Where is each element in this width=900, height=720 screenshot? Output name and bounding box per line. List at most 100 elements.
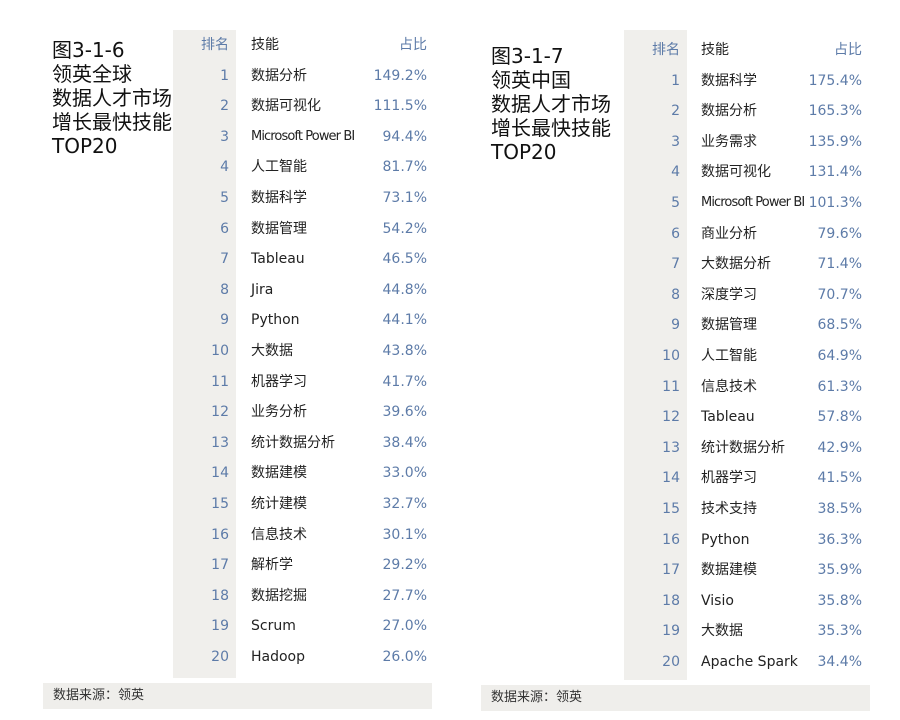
title-line: 增长最快技能 [491, 116, 611, 140]
skill-cell: 机器学习 [251, 373, 307, 390]
skill-cell: 统计数据分析 [251, 434, 335, 451]
header-rank: 排名 [201, 37, 229, 53]
skill-cell: 数据分析 [701, 103, 757, 120]
title-line: TOP20 [491, 140, 557, 164]
skill-cell: 数据科学 [251, 190, 307, 206]
skill-cell: 数据挖掘 [251, 587, 307, 604]
rank-cell: 8 [220, 281, 229, 298]
skill-cell: 数据建模 [251, 465, 307, 482]
rank-cell: 20 [662, 654, 680, 670]
share-cell: 175.4% [808, 72, 862, 89]
share-cell: 33.0% [382, 465, 427, 482]
share-cell: 71.4% [817, 256, 862, 273]
share-cell: 35.9% [817, 562, 862, 579]
skill-cell: 人工智能 [251, 159, 307, 176]
rank-cell: 6 [220, 220, 229, 237]
share-cell: 38.4% [382, 434, 427, 451]
share-cell: 35.3% [817, 623, 862, 640]
share-cell: 27.7% [382, 587, 427, 604]
share-cell: 79.6% [817, 225, 862, 242]
skill-cell: Tableau [251, 251, 305, 268]
skill-cell: 数据可视化 [701, 164, 771, 181]
share-cell: 36.3% [817, 531, 862, 548]
skill-cell: Scrum [251, 618, 296, 635]
skill-cell: 大数据分析 [701, 256, 771, 273]
share-cell: 34.4% [817, 654, 862, 670]
share-cell: 32.7% [382, 496, 427, 512]
share-cell: 73.1% [382, 190, 427, 206]
skill-cell: 数据管理 [701, 317, 757, 334]
header-share: 占比 [399, 37, 427, 53]
skill-cell: 大数据 [251, 343, 293, 359]
header-share: 占比 [834, 42, 862, 58]
rank-cell: 10 [662, 348, 680, 364]
rank-cell: 17 [662, 562, 680, 579]
data-source-footer: 数据来源：领英 [43, 683, 432, 709]
rank-cell: 8 [671, 286, 680, 303]
rank-cell: 15 [211, 496, 229, 512]
skill-cell: 解析学 [251, 557, 293, 574]
skill-cell: 业务需求 [701, 133, 757, 150]
rank-cell: 2 [220, 98, 229, 115]
rank-cell: 19 [211, 618, 229, 635]
rank-cell: 12 [662, 409, 680, 426]
rank-cell: 7 [671, 256, 680, 273]
skill-cell: Microsoft Power BI [251, 128, 355, 144]
rank-cell: 3 [220, 128, 229, 145]
rank-cell: 18 [662, 592, 680, 609]
title-line: 数据人才市场 [52, 86, 172, 110]
share-cell: 57.8% [817, 409, 862, 426]
title-line: 增长最快技能 [52, 110, 172, 134]
rank-cell: 14 [662, 470, 680, 487]
share-cell: 27.0% [382, 618, 427, 635]
rank-cell: 1 [671, 72, 680, 89]
rank-cell: 9 [220, 312, 229, 329]
share-cell: 131.4% [808, 164, 862, 181]
share-cell: 26.0% [382, 649, 427, 665]
skill-cell: Apache Spark [701, 654, 798, 670]
skill-cell: 数据管理 [251, 220, 307, 237]
rank-cell: 10 [211, 343, 229, 359]
share-cell: 44.8% [382, 281, 427, 298]
rank-cell: 16 [211, 526, 229, 543]
share-cell: 149.2% [373, 67, 427, 84]
share-cell: 35.8% [817, 592, 862, 609]
skill-cell: Python [251, 312, 300, 329]
skill-cell: 数据可视化 [251, 98, 321, 115]
skill-cell: 业务分析 [251, 404, 307, 421]
rank-cell: 16 [662, 531, 680, 548]
share-cell: 61.3% [817, 378, 862, 395]
skill-cell: 统计建模 [251, 496, 307, 512]
skill-cell: 大数据 [701, 623, 743, 640]
rank-cell: 5 [220, 190, 229, 206]
share-cell: 39.6% [382, 404, 427, 421]
rank-cell: 12 [211, 404, 229, 421]
header-rank: 排名 [652, 42, 680, 58]
skill-cell: Tableau [701, 409, 755, 426]
figure-title-china: 图3-1-7 领英中国 数据人才市场 增长最快技能 TOP20 [491, 44, 611, 164]
rank-cell: 13 [662, 439, 680, 456]
title-line: 数据人才市场 [491, 92, 611, 116]
rank-cell: 1 [220, 67, 229, 84]
rank-cell: 14 [211, 465, 229, 482]
rank-cell: 4 [671, 164, 680, 181]
skill-cell: 信息技术 [701, 378, 757, 395]
skill-cell: 人工智能 [701, 348, 757, 364]
share-cell: 111.5% [373, 98, 427, 115]
title-line: 图3-1-7 [491, 44, 564, 68]
data-source-footer: 数据来源：领英 [481, 685, 870, 711]
share-cell: 30.1% [382, 526, 427, 543]
share-cell: 46.5% [382, 251, 427, 268]
rank-cell: 18 [211, 587, 229, 604]
share-cell: 64.9% [817, 348, 862, 364]
rank-cell: 7 [220, 251, 229, 268]
share-cell: 44.1% [382, 312, 427, 329]
rank-cell: 13 [211, 434, 229, 451]
rank-cell: 4 [220, 159, 229, 176]
skill-cell: 机器学习 [701, 470, 757, 487]
skill-cell: Jira [251, 281, 274, 298]
share-cell: 41.7% [382, 373, 427, 390]
share-cell: 165.3% [808, 103, 862, 120]
share-cell: 135.9% [808, 133, 862, 150]
title-line: 领英中国 [491, 68, 571, 92]
